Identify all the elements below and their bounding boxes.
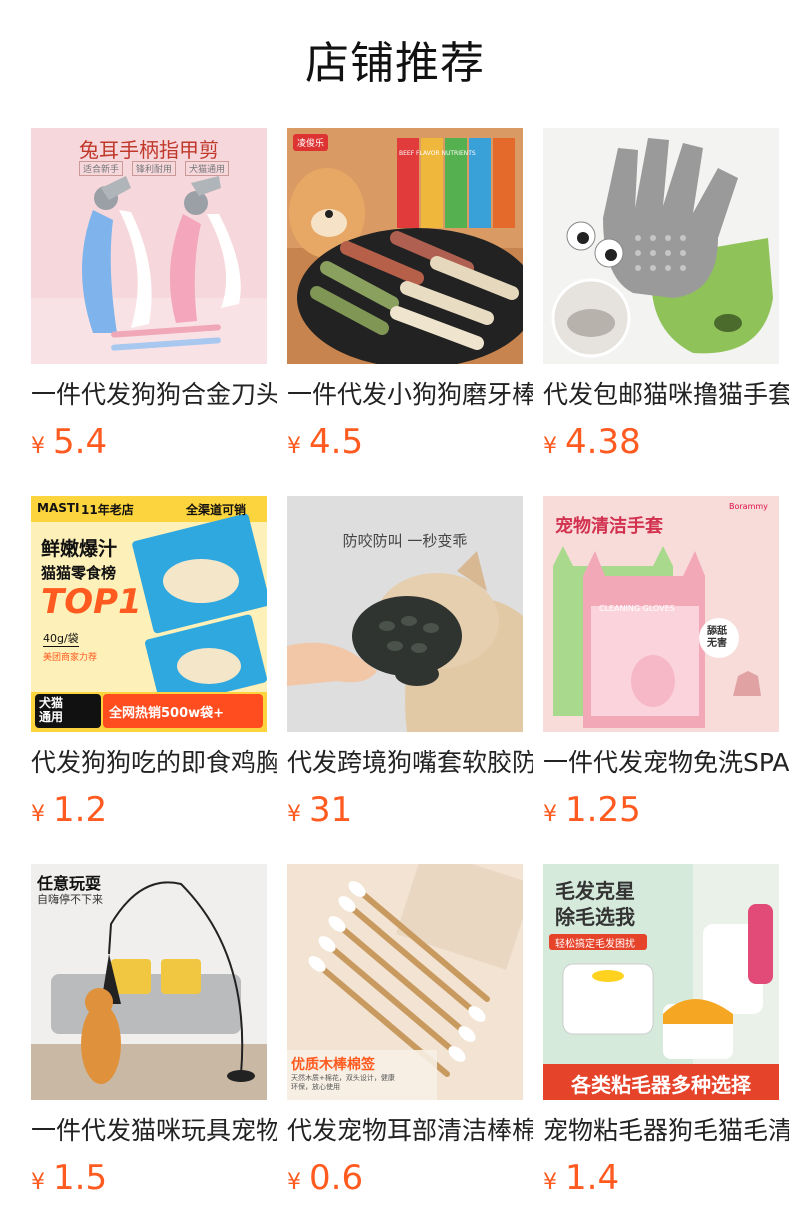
store-recommendations-page: 店铺推荐 兔耳手柄指甲剪 适合新手 锋利耐用 犬猫通用 一件代发狗狗合金刀头 ¥…: [0, 0, 790, 1232]
product-name[interactable]: 一件代发狗狗合金刀头指甲剪: [31, 378, 277, 412]
product-price: ¥5.4: [31, 422, 267, 462]
product-card[interactable]: 凌俊乐 BEEF FLAVOR NUTRIENTS 一件代发小狗狗磨牙棒 ¥4.…: [287, 128, 533, 462]
price-value: 4.38: [565, 422, 641, 462]
product-name[interactable]: 代发宠物耳部清洁棒棉签: [287, 1114, 533, 1148]
product-card[interactable]: 任意玩耍 自嗨停不下来 一件代发猫咪玩具宠物逗猫棒 ¥1.5: [31, 864, 277, 1198]
badge-text: 舔舐 无害: [707, 626, 727, 649]
price-value: 4.5: [309, 422, 364, 462]
image-tag: 轻松搞定毛发困扰: [555, 939, 635, 950]
product-image-cotton-swabs[interactable]: 优质木棒棉签 天然木质+棉花，双头设计，健康环保，放心使用: [287, 864, 523, 1100]
price-value: 1.25: [565, 790, 641, 830]
image-headline: 优质木棒棉签: [291, 1057, 375, 1073]
image-headline: 鲜嫩爆汁: [41, 538, 118, 560]
product-name[interactable]: 代发包邮猫咪撸猫手套: [543, 378, 789, 412]
image-headline: 防咬防叫 一秒变乖: [342, 532, 468, 550]
product-card[interactable]: 代发包邮猫咪撸猫手套 ¥4.38: [543, 128, 789, 462]
product-image-grooming-glove[interactable]: [543, 128, 779, 364]
price-value: 31: [309, 790, 353, 830]
product-price: ¥4.38: [543, 422, 779, 462]
product-card[interactable]: 毛发克星 除毛选我 轻松搞定毛发困扰 各类粘毛器多种选择 宠物粘毛器狗毛猫毛清理…: [543, 864, 789, 1198]
store-age-text: 11年老店: [81, 503, 134, 517]
weight-text: 40g/袋: [43, 632, 79, 647]
currency-symbol: ¥: [287, 802, 301, 827]
pet-type-text: 犬猫 通用: [39, 696, 64, 724]
recommend-text: 美团商家力荐: [43, 653, 98, 663]
product-image-cleaning-gloves[interactable]: Borammy 宠物清洁手套 CLEANING GLOVES 舔舐 无害: [543, 496, 779, 732]
currency-symbol: ¥: [287, 1170, 301, 1195]
product-price: ¥31: [287, 790, 523, 830]
nail-clipper-illustration: [31, 176, 267, 364]
product-card[interactable]: 防咬防叫 一秒变乖 代发跨境狗嘴套软胶防咬 ¥31: [287, 496, 533, 830]
price-value: 5.4: [53, 422, 108, 462]
product-name[interactable]: 一件代发猫咪玩具宠物逗猫棒: [31, 1114, 277, 1148]
product-price: ¥1.25: [543, 790, 779, 830]
channel-text: 全渠道可销: [186, 503, 247, 517]
image-headline: 宠物清洁手套: [555, 516, 663, 537]
product-name[interactable]: 一件代发宠物免洗SPA手套: [543, 746, 789, 780]
product-price: ¥4.5: [287, 422, 523, 462]
grooming-glove-illustration: [543, 128, 779, 364]
product-price: ¥1.2: [31, 790, 267, 830]
product-price: ¥1.5: [31, 1158, 267, 1198]
product-name[interactable]: 代发跨境狗嘴套软胶防咬: [287, 746, 533, 780]
product-image-cat-teaser[interactable]: 任意玩耍 自嗨停不下来: [31, 864, 267, 1100]
currency-symbol: ¥: [31, 1170, 45, 1195]
product-card[interactable]: MASTI 11年老店 全渠道可销 鲜嫩爆汁 猫猫零食榜 TOP1 40g/袋 …: [31, 496, 277, 830]
product-name[interactable]: 代发狗狗吃的即食鸡胸肉: [31, 746, 277, 780]
product-image-nail-clipper[interactable]: 兔耳手柄指甲剪 适合新手 锋利耐用 犬猫通用: [31, 128, 267, 364]
price-value: 0.6: [309, 1158, 364, 1198]
currency-symbol: ¥: [31, 802, 45, 827]
product-price: ¥1.4: [543, 1158, 779, 1198]
price-value: 1.5: [53, 1158, 108, 1198]
product-name[interactable]: 一件代发小狗狗磨牙棒: [287, 378, 533, 412]
product-image-chew-sticks[interactable]: 凌俊乐 BEEF FLAVOR NUTRIENTS: [287, 128, 523, 364]
product-card[interactable]: 优质木棒棉签 天然木质+棉花，双头设计，健康环保，放心使用 代发宠物耳部清洁棒棉…: [287, 864, 533, 1198]
price-value: 1.2: [53, 790, 108, 830]
product-card[interactable]: Borammy 宠物清洁手套 CLEANING GLOVES 舔舐 无害 一件代…: [543, 496, 789, 830]
price-value: 1.4: [565, 1158, 620, 1198]
top-rank-text: TOP1: [41, 582, 142, 622]
product-name[interactable]: 宠物粘毛器狗毛猫毛清理器: [543, 1114, 789, 1148]
brand-logo-text: MASTI: [37, 501, 80, 515]
currency-symbol: ¥: [31, 434, 45, 459]
image-headline: 毛发克星 除毛选我: [555, 879, 635, 929]
product-image-dog-muzzle[interactable]: 防咬防叫 一秒变乖: [287, 496, 523, 732]
currency-symbol: ¥: [543, 802, 557, 827]
product-card[interactable]: 兔耳手柄指甲剪 适合新手 锋利耐用 犬猫通用 一件代发狗狗合金刀头 ¥ 5.4: [31, 128, 277, 462]
page-title: 店铺推荐: [305, 38, 485, 89]
currency-symbol: ¥: [287, 434, 301, 459]
image-banner: 各类粘毛器多种选择: [571, 1073, 751, 1097]
currency-symbol: ¥: [543, 1170, 557, 1195]
currency-symbol: ¥: [543, 434, 557, 459]
product-price: ¥0.6: [287, 1158, 523, 1198]
image-subheadline: 自嗨停不下来: [37, 893, 103, 906]
product-image-lint-roller[interactable]: 毛发克星 除毛选我 轻松搞定毛发困扰 各类粘毛器多种选择: [543, 864, 779, 1100]
brand-logo-text: 凌俊乐: [293, 134, 329, 151]
hot-sale-text: 全网热销500w袋+: [109, 706, 225, 721]
image-subheadline: 天然木质+棉花，双头设计，健康环保，放心使用: [291, 1074, 395, 1091]
product-image-chicken-breast[interactable]: MASTI 11年老店 全渠道可销 鲜嫩爆汁 猫猫零食榜 TOP1 40g/袋 …: [31, 496, 267, 732]
image-subheadline: 猫猫零食榜: [41, 564, 117, 582]
package-text: CLEANING GLOVES: [599, 604, 675, 613]
chew-sticks-illustration: [287, 128, 523, 364]
package-text: BEEF FLAVOR NUTRIENTS: [399, 150, 476, 157]
brand-logo-text: Borammy: [729, 502, 768, 511]
